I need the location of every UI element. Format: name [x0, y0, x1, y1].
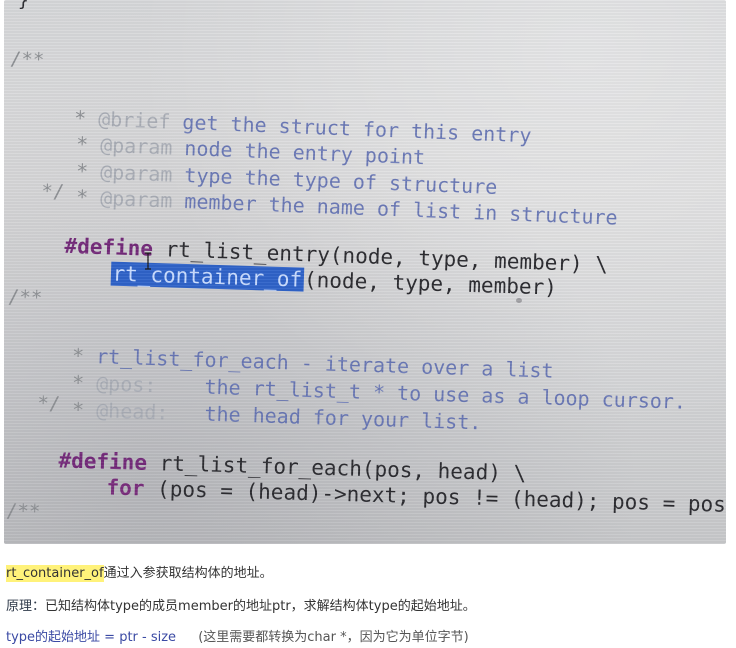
principle-text: 已知结构体type的成员member的地址ptr，求解结构体type的起始地址。 [45, 599, 476, 614]
closing-brace: } [17, 0, 30, 12]
formula-expr: type的起始地址 = ptr - size [6, 630, 177, 645]
comment-open-1: /** [9, 48, 45, 72]
comment-open-2: /** [7, 286, 43, 310]
formula-note: (这里需要都转换为char *，因为它为单位字节) [198, 630, 469, 645]
formula-line: type的起始地址 = ptr - size (这里需要都转换为char *，因… [6, 626, 469, 645]
principle-line: 原理：已知结构体type的成员member的地址ptr，求解结构体type的起始… [6, 595, 476, 614]
highlighted-term: rt_container_of [6, 565, 104, 582]
caption-desc: 通过入参获取结构体的地址。 [103, 566, 273, 581]
principle-label: 原理： [6, 599, 46, 614]
for-loop-line: for (pos = (head)->next; pos != (head); … [106, 475, 726, 520]
rt-container-of-call: rt_container_of(node, type, member) [110, 261, 558, 300]
comment-open-3: /** [5, 500, 41, 523]
screen-speck [516, 298, 522, 303]
comment-close-2: */ [25, 392, 61, 416]
text-cursor-icon [145, 252, 151, 270]
comment-close-1: */ [29, 180, 65, 204]
selected-rt-container-of[interactable]: rt_container_of [110, 261, 305, 292]
caption-line: rt_container_of通过入参获取结构体的地址。 [6, 562, 273, 582]
code-screen-photo: } /** * @brief get the struct for this e… [4, 0, 726, 544]
